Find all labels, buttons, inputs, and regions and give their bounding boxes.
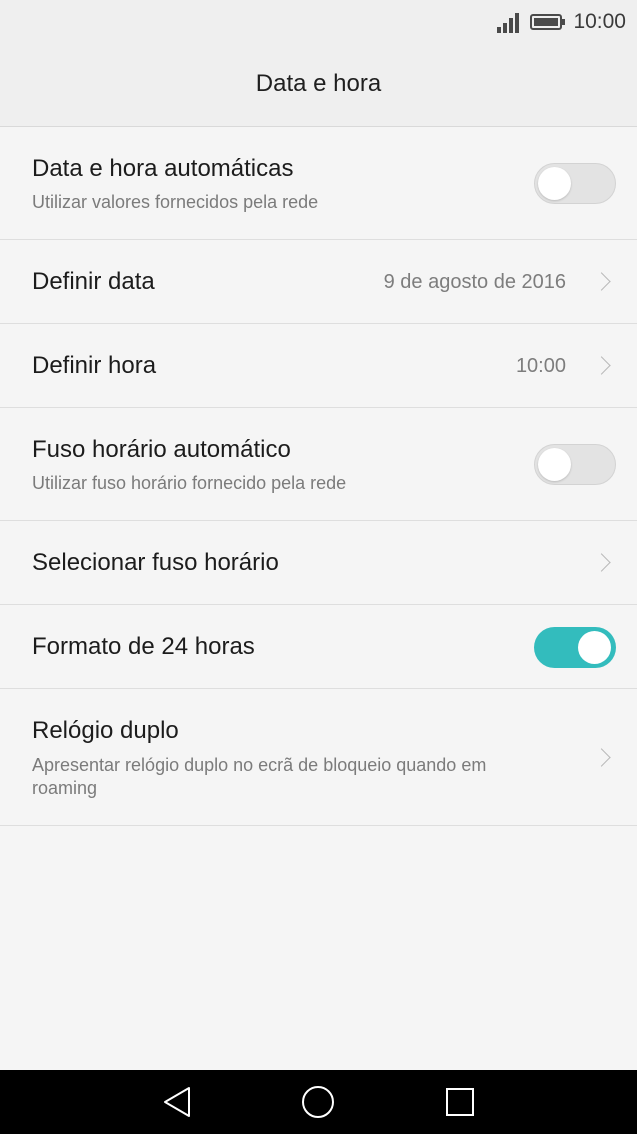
set-date-row[interactable]: Definir data 9 de agosto de 2016 bbox=[0, 240, 637, 324]
setting-subtitle: Utilizar fuso horário fornecido pela red… bbox=[32, 473, 347, 493]
home-icon bbox=[302, 1086, 334, 1118]
24-hour-format-toggle[interactable] bbox=[534, 627, 616, 668]
back-icon bbox=[164, 1087, 190, 1117]
auto-timezone-row[interactable]: Fuso horário automático Utilizar fuso ho… bbox=[0, 408, 637, 521]
toggle-knob bbox=[538, 167, 571, 200]
chevron-right-icon bbox=[592, 272, 611, 291]
chevron-right-icon bbox=[592, 356, 611, 375]
status-icons: 10:00 bbox=[495, 8, 626, 36]
navigation-bar bbox=[0, 1070, 637, 1134]
auto-timezone-toggle[interactable] bbox=[534, 444, 616, 485]
dual-clock-row[interactable]: Relógio duplo Apresentar relógio duplo n… bbox=[0, 689, 637, 826]
setting-title: Selecionar fuso horário bbox=[32, 549, 279, 576]
battery-icon bbox=[530, 14, 566, 30]
app-header: Data e hora bbox=[0, 44, 637, 127]
set-time-row[interactable]: Definir hora 10:00 bbox=[0, 324, 637, 408]
setting-title: Definir data bbox=[32, 268, 155, 295]
chevron-right-icon bbox=[592, 553, 611, 572]
back-button[interactable] bbox=[157, 1082, 197, 1122]
setting-title: Formato de 24 horas bbox=[32, 633, 255, 660]
setting-title: Fuso horário automático bbox=[32, 436, 291, 463]
setting-title: Definir hora bbox=[32, 352, 157, 379]
recents-button[interactable] bbox=[440, 1082, 480, 1122]
setting-subtitle: Utilizar valores fornecidos pela rede bbox=[32, 192, 319, 212]
auto-date-time-toggle[interactable] bbox=[534, 163, 616, 204]
status-bar: 10:00 bbox=[0, 0, 637, 44]
chevron-right-icon bbox=[592, 748, 611, 767]
setting-title: Data e hora automáticas bbox=[32, 155, 294, 182]
setting-subtitle: Apresentar relógio duplo no ecrã de bloq… bbox=[32, 755, 487, 798]
status-time: 10:00 bbox=[573, 10, 626, 33]
setting-title: Relógio duplo bbox=[32, 717, 179, 744]
toggle-knob bbox=[578, 631, 611, 664]
toggle-knob bbox=[538, 448, 571, 481]
home-button[interactable] bbox=[298, 1082, 338, 1122]
select-timezone-row[interactable]: Selecionar fuso horário bbox=[0, 521, 637, 605]
24-hour-format-row[interactable]: Formato de 24 horas bbox=[0, 605, 637, 689]
signal-icon bbox=[495, 11, 520, 33]
recents-icon bbox=[446, 1088, 474, 1116]
page-title: Data e hora bbox=[255, 70, 382, 97]
auto-date-time-row[interactable]: Data e hora automáticas Utilizar valores… bbox=[0, 127, 637, 240]
settings-list: Data e hora automáticas Utilizar valores… bbox=[0, 127, 637, 826]
time-value: 10:00 bbox=[515, 355, 566, 377]
date-value: 9 de agosto de 2016 bbox=[383, 271, 566, 293]
